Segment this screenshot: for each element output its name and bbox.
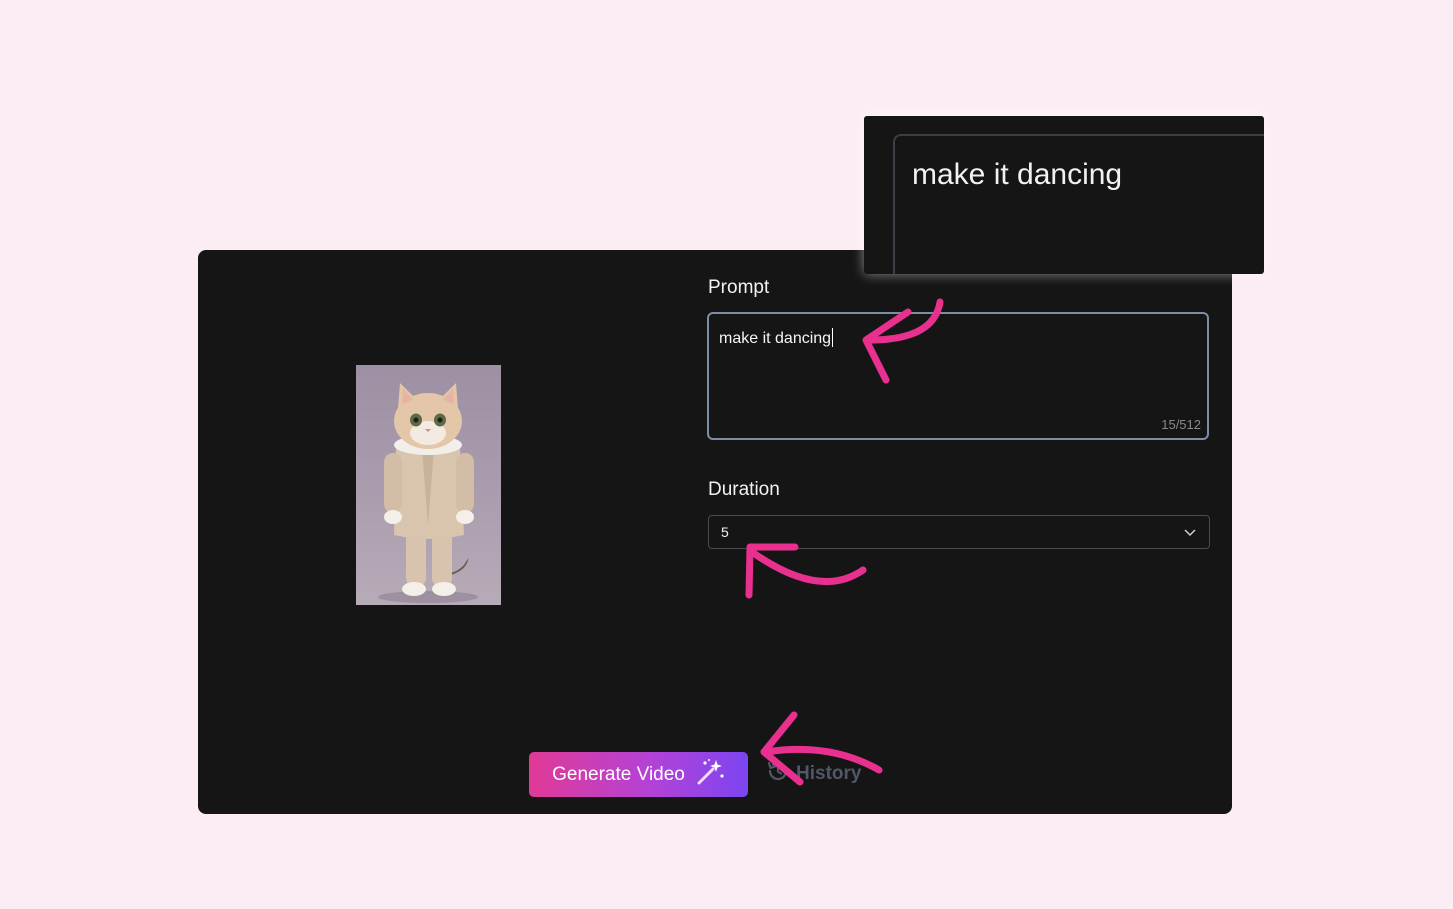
duration-label: Duration — [708, 479, 780, 500]
history-label: History — [796, 763, 862, 784]
history-clock-icon — [766, 759, 790, 789]
text-caret — [832, 328, 834, 347]
prompt-label: Prompt — [708, 277, 770, 298]
character-counter: 15/512 — [1161, 417, 1201, 432]
generate-video-label: Generate Video — [552, 763, 685, 785]
duration-selected-value: 5 — [721, 524, 729, 540]
prompt-text[interactable]: make it dancing — [719, 328, 834, 348]
generate-video-button[interactable]: Generate Video — [529, 752, 748, 797]
history-button[interactable]: History — [766, 759, 861, 789]
chevron-down-icon — [1183, 525, 1197, 544]
zoom-prompt-box: make it dancing — [893, 134, 1264, 274]
magic-wand-icon — [695, 758, 725, 792]
cat-image — [378, 383, 478, 603]
video-generator-panel: Prompt make it dancing 15/512 Duration 5… — [198, 250, 1232, 814]
zoom-callout: make it dancing — [864, 116, 1264, 274]
prompt-input[interactable]: make it dancing 15/512 — [707, 312, 1209, 440]
prompt-value: make it dancing — [719, 330, 832, 347]
uploaded-image-preview[interactable] — [356, 365, 501, 605]
zoom-prompt-text: make it dancing — [912, 158, 1123, 191]
duration-select[interactable]: 5 — [708, 515, 1210, 549]
